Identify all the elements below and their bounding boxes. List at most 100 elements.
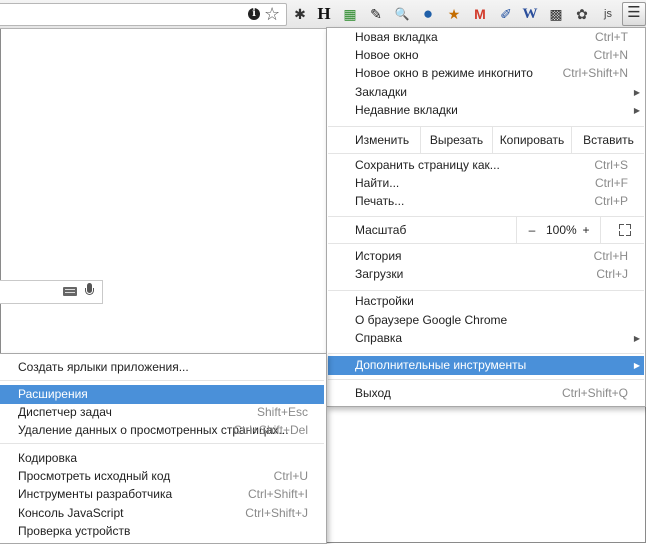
chrome-menu-button[interactable]: ☰	[622, 2, 646, 26]
feather-icon[interactable]: ✎	[366, 4, 386, 24]
zoom-label: Масштаб	[355, 223, 407, 237]
menu-item-label: О браузере Google Chrome	[355, 313, 508, 327]
menu-item-shortcut: Shift+Esc	[256, 405, 308, 419]
menu-item-label: Диспетчер задач	[18, 405, 112, 419]
gmail-icon[interactable]: M	[470, 4, 490, 24]
info-icon[interactable]: i	[248, 8, 260, 20]
copy-button[interactable]: Копировать	[492, 127, 571, 153]
bookmark-star-icon[interactable]: ☆	[264, 3, 280, 25]
submenu-arrow-icon: ▶	[633, 88, 640, 97]
qr-code-icon[interactable]: ▩	[546, 4, 566, 24]
menu-item-label: Консоль JavaScript	[18, 506, 124, 520]
menu-item-label: Справка	[355, 331, 403, 345]
zoom-row: Масштаб – 100% +	[328, 216, 644, 244]
js-extension-icon[interactable]: js	[598, 4, 618, 24]
submenu-item-view-source[interactable]: Просмотреть исходный код Ctrl+U	[0, 467, 324, 486]
menu-item-label: Инструменты разработчика	[18, 487, 173, 501]
submenu-item-task-manager[interactable]: Диспетчер задач Shift+Esc	[0, 403, 324, 422]
menu-item-about[interactable]: О браузере Google Chrome	[328, 311, 644, 330]
menu-item-shortcut: Ctrl+N	[593, 48, 628, 62]
submenu-arrow-icon: ▶	[633, 106, 640, 115]
menu-item-label: Расширения	[18, 387, 88, 401]
menu-item-bookmarks[interactable]: Закладки ▶	[328, 83, 644, 102]
menu-item-more-tools[interactable]: Дополнительные инструменты ▶	[328, 356, 644, 375]
menu-item-shortcut: Ctrl+Shift+Del	[233, 423, 308, 437]
stk-icon[interactable]: ★	[444, 4, 464, 24]
menu-item-shortcut: Ctrl+F	[595, 176, 628, 190]
colorful-extension-icon[interactable]: ▦	[340, 4, 360, 24]
menu-item-recent-tabs[interactable]: Недавние вкладки ▶	[328, 101, 644, 120]
menu-item-label: Закладки	[355, 85, 407, 99]
menu-item-shortcut: Ctrl+Shift+Q	[561, 386, 628, 400]
submenu-item-dev-tools[interactable]: Инструменты разработчика Ctrl+Shift+I	[0, 485, 324, 504]
more-tools-submenu: Создать ярлыки приложения... Расширения …	[0, 353, 327, 544]
menu-separator	[328, 379, 644, 380]
menu-item-print[interactable]: Печать... Ctrl+P	[328, 192, 644, 211]
menu-separator	[0, 443, 324, 444]
page-search-input[interactable]	[0, 280, 103, 304]
cut-button[interactable]: Вырезать	[420, 127, 492, 153]
fullscreen-icon	[619, 224, 631, 236]
browser-toolbar: i ☆ ✱ H ▦ ✎ 🔍 ● ★ M ✐ W ▩ ✿ js ☰	[0, 0, 646, 29]
zoom-level: 100%	[546, 223, 577, 237]
menu-item-label: Настройки	[355, 294, 414, 308]
hamburger-icon: ☰	[627, 4, 641, 21]
menu-item-label: Найти...	[355, 176, 400, 190]
menu-item-shortcut: Ctrl+Shift+J	[245, 506, 308, 520]
menu-item-shortcut: Ctrl+H	[593, 249, 628, 263]
menu-item-label: Печать...	[355, 194, 405, 208]
menu-item-find[interactable]: Найти... Ctrl+F	[328, 174, 644, 193]
menu-item-label: Загрузки	[355, 267, 404, 281]
menu-item-label: Недавние вкладки	[355, 103, 458, 117]
menu-item-shortcut: Ctrl+J	[596, 267, 628, 281]
submenu-item-encoding[interactable]: Кодировка	[0, 449, 324, 468]
keyboard-icon[interactable]	[63, 287, 77, 296]
submenu-item-create-shortcuts[interactable]: Создать ярлыки приложения...	[0, 358, 324, 377]
chrome-menu: Новая вкладка Ctrl+T Новое окно Ctrl+N Н…	[326, 27, 646, 407]
menu-item-new-tab[interactable]: Новая вкладка Ctrl+T	[328, 28, 644, 47]
submenu-item-inspect-devices[interactable]: Проверка устройств	[0, 522, 324, 541]
submenu-item-js-console[interactable]: Консоль JavaScript Ctrl+Shift+J	[0, 504, 324, 523]
globe-icon[interactable]: ●	[418, 4, 438, 24]
menu-item-label: Проверка устройств	[18, 524, 131, 538]
menu-item-label: Кодировка	[18, 451, 78, 465]
zoom-in-button[interactable]: +	[574, 217, 598, 243]
menu-separator	[328, 353, 644, 354]
menu-item-label: Новое окно	[355, 48, 419, 62]
menu-item-label: Просмотреть исходный код	[18, 469, 171, 483]
menu-item-shortcut: Ctrl+Shift+I	[247, 487, 308, 501]
menu-item-downloads[interactable]: Загрузки Ctrl+J	[328, 265, 644, 284]
submenu-arrow-icon: ▶	[633, 334, 640, 343]
menu-item-settings[interactable]: Настройки	[328, 292, 644, 311]
edit-extension-icon[interactable]: ✐	[496, 4, 516, 24]
menu-item-label: Дополнительные инструменты	[355, 358, 527, 372]
menu-item-help[interactable]: Справка ▶	[328, 329, 644, 348]
menu-item-label: Создать ярлыки приложения...	[18, 360, 189, 374]
paste-button[interactable]: Вставить	[571, 127, 645, 153]
microphone-icon[interactable]	[85, 283, 94, 300]
menu-item-history[interactable]: История Ctrl+H	[328, 247, 644, 266]
menu-item-shortcut: Ctrl+P	[594, 194, 628, 208]
evernote-icon[interactable]: ✿	[572, 4, 592, 24]
submenu-item-clear-data[interactable]: Удаление данных о просмотренных страница…	[0, 421, 324, 440]
w-extension-icon[interactable]: W	[520, 4, 540, 24]
menu-item-shortcut: Ctrl+S	[594, 158, 628, 172]
menu-item-label: Сохранить страницу как...	[355, 158, 500, 172]
menu-item-shortcut: Ctrl+T	[595, 30, 628, 44]
menu-item-incognito[interactable]: Новое окно в режиме инкогнито Ctrl+Shift…	[328, 64, 644, 83]
submenu-arrow-icon: ▶	[633, 361, 640, 370]
magnifier-icon[interactable]: 🔍	[392, 4, 412, 24]
edit-label: Изменить	[355, 133, 410, 147]
address-bar[interactable]: i ☆	[0, 3, 287, 26]
bug-icon[interactable]: ✱	[290, 4, 310, 24]
submenu-item-extensions[interactable]: Расширения	[0, 385, 324, 404]
menu-item-exit[interactable]: Выход Ctrl+Shift+Q	[328, 384, 644, 403]
menu-separator	[328, 290, 644, 291]
zoom-out-button[interactable]: –	[516, 217, 547, 243]
menu-item-save-page[interactable]: Сохранить страницу как... Ctrl+S	[328, 156, 644, 175]
menu-item-shortcut: Ctrl+U	[273, 469, 308, 483]
h-extension-icon[interactable]: H	[314, 4, 334, 24]
edit-row: Изменить Вырезать Копировать Вставить	[328, 126, 644, 154]
menu-separator	[0, 380, 324, 381]
menu-item-new-window[interactable]: Новое окно Ctrl+N	[328, 46, 644, 65]
